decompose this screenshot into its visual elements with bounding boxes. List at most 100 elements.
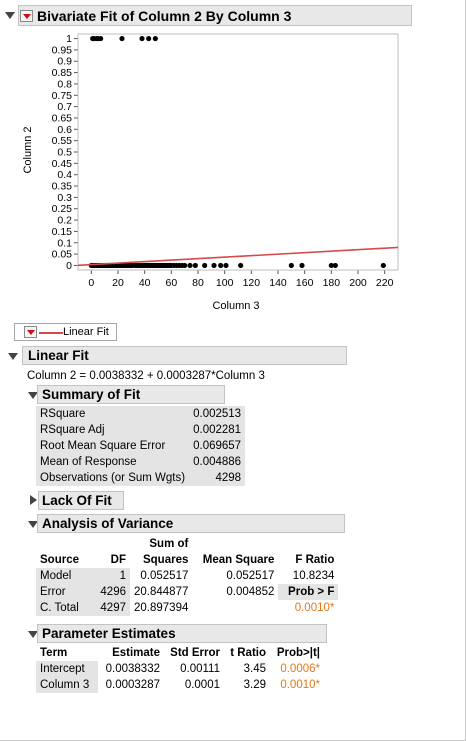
ms-cell	[192, 600, 278, 616]
x-axis-ticks	[90, 270, 386, 274]
x-tick-label: 220	[376, 277, 394, 289]
stderr-cell: 0.00111	[180, 663, 220, 675]
bivariate-header: Bivariate Fit of Column 2 By Column 3	[18, 5, 412, 26]
data-point	[119, 35, 125, 42]
lack-of-fit-header[interactable]: Lack Of Fit	[38, 491, 124, 510]
bivariate-title: Bivariate Fit of Column 2 By Column 3	[37, 8, 292, 24]
y-tick-label: 0.25	[52, 203, 73, 215]
y-tick-label: 0	[66, 260, 72, 272]
disclosure-triangle-icon[interactable]	[5, 12, 15, 19]
row-value: 0.069657	[189, 438, 246, 454]
prob-t-cell: 0.0010*	[280, 679, 320, 691]
table-row: Intercept 0.0038332 0.00111 3.45 0.0006*	[36, 661, 324, 677]
column-header: t Ratio	[230, 647, 266, 659]
column-header: Term	[40, 647, 68, 659]
tratio-cell: 3.29	[243, 679, 266, 691]
parameter-estimates-title: Parameter Estimates	[42, 626, 176, 641]
data-point	[152, 35, 158, 42]
table-row: Root Mean Square Error 0.069657	[36, 438, 246, 454]
source-cell: Model	[36, 568, 88, 584]
column-header: Squares	[142, 554, 189, 566]
row-value: 0.002513	[189, 406, 246, 422]
table-row: Observations (or Sum Wgts) 4298	[36, 470, 246, 486]
anova-title: Analysis of Variance	[42, 516, 174, 531]
data-point	[218, 262, 224, 269]
column-header: F Ratio	[295, 554, 335, 566]
fit-equation: Column 2 = 0.0038332 + 0.0003287*Column …	[27, 370, 265, 382]
column-header: DF	[110, 554, 126, 566]
lack-of-fit-disclosure-icon[interactable]	[30, 495, 37, 505]
x-tick-label: 20	[112, 277, 124, 289]
row-label: Root Mean Square Error	[36, 438, 190, 454]
data-point	[332, 262, 338, 269]
x-axis-title: Column 3	[212, 300, 259, 312]
legend-red-triangle-icon[interactable]	[24, 326, 37, 338]
data-point	[202, 262, 208, 269]
x-tick-label: 60	[165, 277, 177, 289]
y-tick-label: 0.6	[57, 124, 72, 136]
y-tick-label: 0.8	[57, 78, 72, 90]
y-tick-label: 0.65	[52, 112, 73, 124]
prob-f-value: 0.0010*	[294, 602, 335, 614]
stderr-cell: 0.0001	[184, 679, 220, 691]
data-point	[288, 262, 294, 269]
data-point	[187, 262, 193, 269]
parameter-estimates-header: Parameter Estimates	[37, 624, 327, 643]
ms-cell: 0.052517	[226, 570, 275, 582]
column-header: Sum of	[149, 538, 189, 550]
summary-of-fit-table: RSquare 0.002513 RSquare Adj 0.002281 Root…	[36, 406, 246, 486]
data-point	[182, 262, 188, 269]
x-tick-label: 180	[323, 277, 341, 289]
y-axis-ticks	[74, 38, 78, 266]
table-row: Error 4296 20.844877 0.004852 Prob > F	[36, 584, 339, 600]
x-tick-label: 40	[139, 277, 151, 289]
data-point	[211, 262, 217, 269]
fratio-cell: 10.8234	[292, 570, 335, 582]
row-value: 0.002281	[189, 422, 246, 438]
df-cell: 4296	[88, 584, 130, 600]
table-header-row: Source DF Squares Mean Square F Ratio	[36, 552, 338, 568]
term-cell: Intercept	[36, 661, 98, 677]
ms-cell: 0.004852	[226, 586, 275, 598]
summary-of-fit-header: Summary of Fit	[37, 385, 225, 404]
row-label: RSquare	[36, 406, 190, 422]
data-point	[238, 262, 244, 269]
x-tick-label: 80	[192, 277, 204, 289]
data-point	[146, 35, 152, 42]
y-tick-label: 0.85	[52, 67, 73, 79]
y-axis-tick-labels: 00.050.10.150.20.250.30.350.40.450.50.55…	[52, 33, 73, 272]
linear-fit-disclosure-icon[interactable]	[8, 353, 18, 360]
df-cell: 1	[88, 568, 130, 584]
prob-f-header: Prob > F	[278, 584, 339, 600]
ss-cell: 0.052517	[140, 570, 189, 582]
y-axis-title: Column 2	[22, 126, 34, 173]
source-cell: Error	[36, 584, 88, 600]
data-point	[299, 262, 305, 269]
row-label: RSquare Adj	[36, 422, 190, 438]
y-tick-label: 0.35	[52, 181, 73, 193]
y-tick-label: 0.2	[57, 215, 72, 227]
scatter-plot[interactable]: 00.050.10.150.20.250.30.350.40.450.50.55…	[0, 26, 466, 346]
column-header: Estimate	[112, 647, 160, 659]
y-tick-label: 0.4	[57, 169, 72, 181]
y-tick-label: 0.3	[57, 192, 72, 204]
legend-line-swatch	[39, 332, 63, 334]
red-triangle-menu-icon[interactable]	[20, 10, 33, 22]
table-header-row: Term Estimate Std Error t Ratio Prob>|t|	[36, 645, 324, 661]
column-header: Prob>|t|	[276, 647, 320, 659]
data-point	[380, 262, 386, 269]
estimate-cell: 0.0038332	[105, 663, 160, 675]
y-tick-label: 0.15	[52, 226, 73, 238]
row-label: Mean of Response	[36, 454, 190, 470]
data-point	[98, 35, 104, 42]
linear-fit-legend[interactable]: Linear Fit	[14, 323, 117, 341]
y-tick-label: 0.9	[57, 56, 72, 68]
table-row: RSquare Adj 0.002281	[36, 422, 246, 438]
y-tick-label: 0.95	[52, 44, 73, 56]
y-tick-label: 0.5	[57, 147, 72, 159]
column-header: Source	[40, 554, 79, 566]
linear-fit-header: Linear Fit	[22, 346, 347, 365]
estimate-cell: 0.0003287	[105, 679, 160, 691]
x-tick-label: 160	[296, 277, 314, 289]
row-value: 0.004886	[189, 454, 246, 470]
